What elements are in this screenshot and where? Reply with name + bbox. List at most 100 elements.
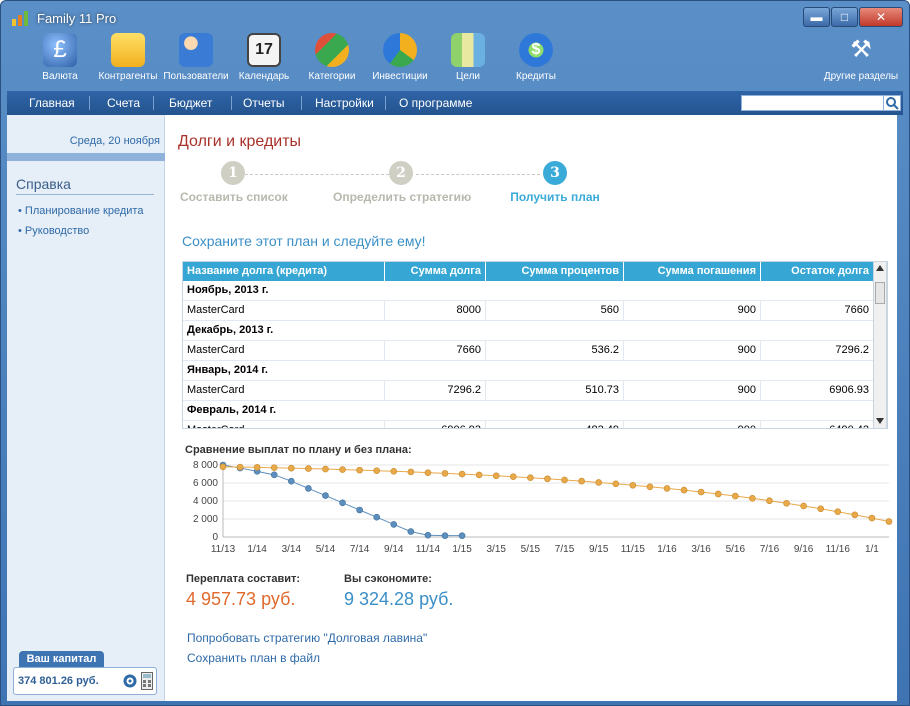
sidebar-divider xyxy=(7,153,165,161)
close-button[interactable]: ✕ xyxy=(859,7,903,27)
table-row[interactable]: MasterCard 7296.2 510.73 900 6906.93 xyxy=(183,381,887,401)
x-tick-label: 3/16 xyxy=(691,544,711,555)
group-label: Февраль, 2014 г. xyxy=(187,404,277,416)
menu-accounts[interactable]: Счета xyxy=(107,96,140,110)
title-bar[interactable]: Family 11 Pro ▬ □ ✕ xyxy=(1,1,909,35)
step-label: Определить стратегию xyxy=(333,190,472,204)
help-link-guide[interactable]: • Руководство xyxy=(18,225,89,237)
table-group-row[interactable]: Январь, 2014 г. xyxy=(183,361,887,381)
data-point xyxy=(253,464,261,471)
data-point xyxy=(492,472,500,480)
toolbar-label: Валюта xyxy=(42,71,78,82)
toolbar-contractors[interactable]: Контрагенты xyxy=(95,33,161,82)
data-point xyxy=(629,481,637,489)
payment-amount: 900 xyxy=(624,381,761,400)
step-3[interactable]: 3 Получить план xyxy=(507,161,603,204)
step-number: 2 xyxy=(389,161,413,185)
data-point xyxy=(595,479,602,486)
categories-icon xyxy=(315,33,349,67)
capital-box: 374 801.26 руб. xyxy=(13,667,157,695)
data-point xyxy=(390,521,398,528)
data-point xyxy=(373,513,380,521)
table-scrollbar[interactable] xyxy=(873,261,887,429)
data-point xyxy=(527,474,534,481)
toolbar-calendar[interactable]: 17 Календарь xyxy=(231,33,297,82)
scroll-thumb[interactable] xyxy=(875,282,885,304)
data-point xyxy=(612,480,620,488)
step-1[interactable]: 1 Составить список xyxy=(180,161,288,204)
toolbar-credits[interactable]: $ Кредиты xyxy=(503,33,569,82)
data-point xyxy=(219,463,227,471)
data-point xyxy=(851,511,859,519)
capital-tab[interactable]: Ваш капитал xyxy=(19,651,104,667)
minimize-button[interactable]: ▬ xyxy=(803,7,830,27)
data-point xyxy=(475,471,483,479)
try-avalanche-link[interactable]: Попробовать стратегию "Долговая лавина" xyxy=(187,631,427,645)
debt-name: MasterCard xyxy=(183,301,385,320)
column-header[interactable]: Сумма процентов xyxy=(486,262,624,281)
search-button[interactable] xyxy=(883,95,901,111)
step-2[interactable]: 2 Определить стратегию xyxy=(333,161,472,204)
toolbar-other-sections[interactable]: ⚒ Другие разделы xyxy=(813,33,909,82)
toolbar-categories[interactable]: Категории xyxy=(299,33,365,82)
menu-settings[interactable]: Настройки xyxy=(315,96,374,110)
data-point xyxy=(663,485,671,492)
scroll-up-icon[interactable] xyxy=(876,265,884,271)
app-window: Family 11 Pro ▬ □ ✕ £ Валюта Контрагенты… xyxy=(0,0,910,706)
column-header[interactable]: Остаток долга xyxy=(761,262,873,281)
table-group-row[interactable]: Ноябрь, 2013 г. xyxy=(183,281,887,301)
toolbar-goals[interactable]: Цели xyxy=(435,33,501,82)
interest-amount: 483.49 xyxy=(486,421,624,428)
table-row[interactable]: MasterCard 7660 536.2 900 7296.2 xyxy=(183,341,887,361)
x-tick-label: 11/15 xyxy=(621,544,646,555)
save-plan-link[interactable]: Сохранить план в файл xyxy=(187,651,320,665)
menu-separator xyxy=(89,96,90,110)
capital-value: 374 801.26 руб. xyxy=(18,675,99,687)
toolbar-label: Кредиты xyxy=(516,71,556,82)
help-divider xyxy=(16,194,154,195)
x-tick-label: 5/15 xyxy=(521,544,541,555)
payment-amount: 900 xyxy=(624,341,761,360)
credits-icon: $ xyxy=(519,33,553,67)
search-input[interactable] xyxy=(741,95,885,111)
help-link-label: Руководство xyxy=(24,225,90,237)
table-group-row[interactable]: Февраль, 2014 г. xyxy=(183,401,887,421)
search-icon xyxy=(886,97,899,110)
debt-name: MasterCard xyxy=(183,341,385,360)
x-tick-label: 1/15 xyxy=(452,544,472,555)
menu-home[interactable]: Главная xyxy=(29,96,75,110)
data-point xyxy=(288,477,295,485)
scroll-down-icon[interactable] xyxy=(876,418,884,424)
toolbar-users[interactable]: Пользователи xyxy=(163,33,229,82)
gear-icon[interactable] xyxy=(122,673,138,689)
column-header[interactable]: Сумма долга xyxy=(385,262,486,281)
data-point xyxy=(407,528,415,535)
data-point xyxy=(578,477,585,485)
group-label: Декабрь, 2013 г. xyxy=(187,324,274,336)
menu-budget[interactable]: Бюджет xyxy=(169,96,212,110)
menu-separator xyxy=(301,96,302,110)
data-point xyxy=(834,508,842,516)
toolbar-investments[interactable]: Инвестиции xyxy=(367,33,433,82)
table-row[interactable]: MasterCard 6906.93 483.49 900 6490.42 xyxy=(183,421,887,428)
debt-amount: 6906.93 xyxy=(385,421,486,428)
table-group-row[interactable]: Декабрь, 2013 г. xyxy=(183,321,887,341)
data-point xyxy=(783,499,790,507)
table-row[interactable]: MasterCard 8000 560 900 7660 xyxy=(183,301,887,321)
calculator-icon[interactable] xyxy=(141,672,153,690)
data-point xyxy=(680,486,688,494)
data-point xyxy=(373,467,380,474)
column-header[interactable]: Сумма погашения xyxy=(624,262,761,281)
toolbar-label: Пользователи xyxy=(163,71,229,82)
page-title: Долги и кредиты xyxy=(178,133,302,150)
plan-hint: Сохраните этот план и следуйте ему! xyxy=(182,233,426,249)
menu-about[interactable]: О программе xyxy=(399,96,472,110)
help-link-credit-planning[interactable]: • Планирование кредита xyxy=(18,205,143,217)
maximize-button[interactable]: □ xyxy=(831,7,858,27)
menu-reports[interactable]: Отчеты xyxy=(243,96,284,110)
data-point xyxy=(288,464,295,472)
toolbar-currency[interactable]: £ Валюта xyxy=(27,33,93,82)
data-point xyxy=(356,506,363,514)
column-header[interactable]: Название долга (кредита) xyxy=(183,262,385,281)
interest-amount: 560 xyxy=(486,301,624,320)
